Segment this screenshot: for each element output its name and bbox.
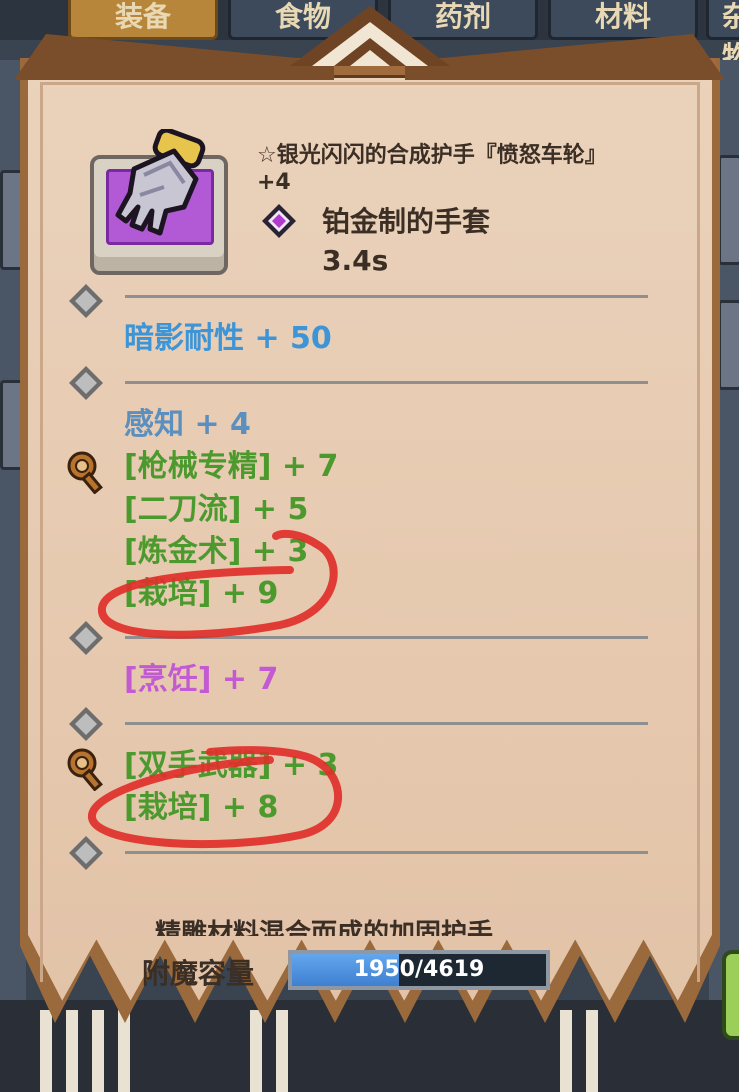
tab-equipment[interactable]: 装备 — [68, 0, 218, 40]
socket-gem-icon — [69, 366, 103, 400]
stat-line: 感知 + 4 — [124, 407, 251, 442]
background-stripe — [92, 1010, 104, 1092]
socket-gem-icon — [69, 707, 103, 741]
tab-misc[interactable]: 杂物 — [706, 0, 739, 73]
stat-line: [枪械专精] + 7 — [124, 449, 339, 484]
socket-gem-icon — [69, 621, 103, 655]
section-divider — [125, 851, 648, 854]
stat-line: [栽培] + 9 — [124, 576, 279, 611]
background-stripe — [560, 1010, 572, 1092]
section-divider — [125, 381, 648, 384]
key-icon — [67, 748, 103, 791]
tooltip-roof-right — [405, 34, 725, 80]
stat-line: [栽培] + 8 — [124, 790, 279, 825]
item-enhance-level: +4 — [257, 170, 291, 195]
section-divider — [125, 722, 648, 725]
background-slot — [718, 155, 739, 265]
background-slot — [718, 300, 739, 390]
stat-line: [炼金术] + 3 — [124, 534, 309, 569]
tab-label: 装备 — [114, 0, 171, 33]
background-stripe — [586, 1010, 598, 1092]
item-name: ☆银光闪闪的合成护手『愤怒车轮』 — [257, 143, 607, 168]
gauntlet-icon — [115, 129, 206, 236]
background-stripe — [40, 1010, 52, 1092]
tab-label: 材料 — [594, 0, 651, 33]
socket-gem-icon — [69, 284, 103, 318]
enchant-label: 附魔容量 — [142, 957, 255, 990]
socket-gem-icon — [69, 836, 103, 870]
tab-material[interactable]: 材料 — [548, 0, 698, 40]
background-stripe — [66, 1010, 78, 1092]
item-icon-frame — [90, 129, 228, 275]
background-stripe — [250, 1010, 262, 1092]
stat-line: 暗影耐性 + 50 — [124, 321, 332, 356]
stat-line: [双手武器] + 3 — [124, 748, 339, 783]
crown-ornament-icon — [290, 6, 450, 66]
item-attack-speed: 3.4s — [322, 244, 389, 277]
background-stripe — [118, 1010, 130, 1092]
key-icon — [67, 451, 103, 494]
background-stripe — [276, 1010, 288, 1092]
tooltip-roof-left — [14, 34, 334, 80]
stat-line: [烹饪] + 7 — [124, 662, 279, 697]
background-green-button[interactable] — [722, 950, 739, 1040]
stat-line: [二刀流] + 5 — [124, 492, 309, 527]
enchant-capacity-text: 1950/4619 — [353, 957, 485, 982]
section-divider — [125, 295, 648, 298]
rarity-gem-icon — [262, 204, 296, 238]
background-bottom-bar — [0, 1000, 739, 1092]
enchant-capacity-bar: 1950/4619 — [288, 950, 550, 990]
item-description: 精雕材料混合而成的加固护手 — [155, 919, 494, 936]
section-divider — [125, 636, 648, 639]
item-type: 铂金制的手套 — [322, 205, 491, 238]
